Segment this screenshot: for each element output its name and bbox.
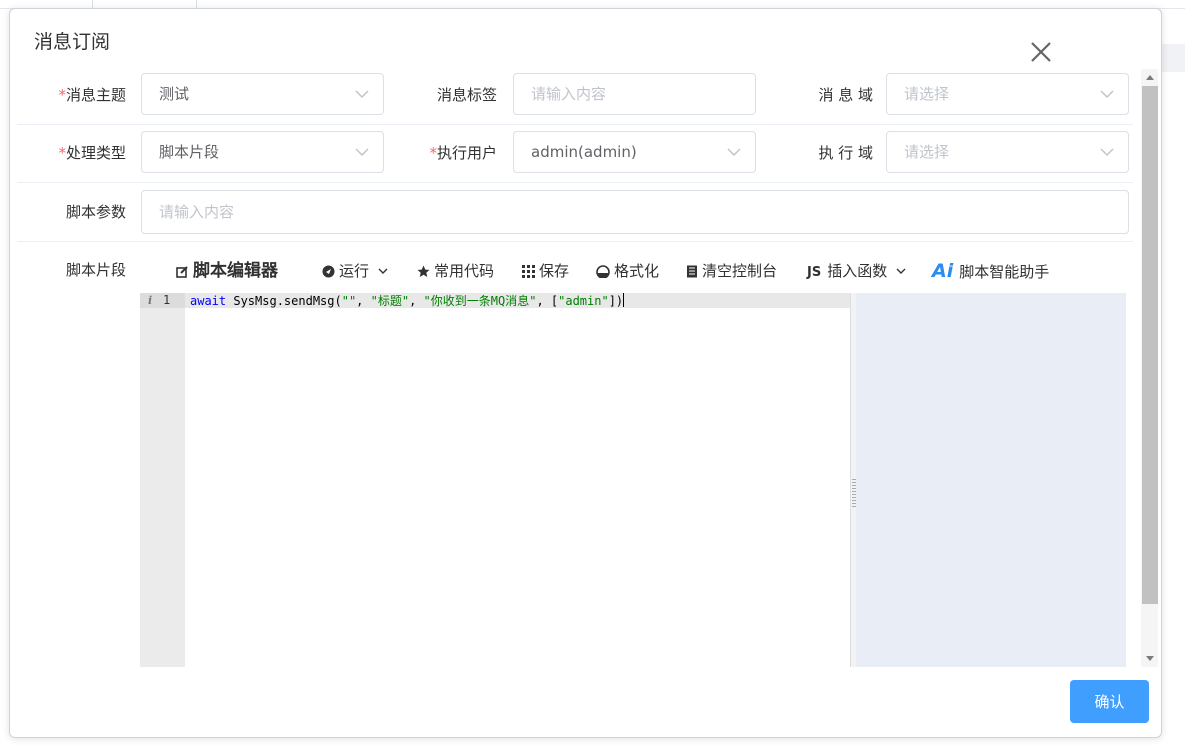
- code-end: ]): [608, 294, 624, 308]
- script-params-placeholder: 请输入内容: [159, 203, 235, 221]
- chevron-down-icon: [355, 148, 369, 157]
- tag-label: 消息标签: [436, 86, 497, 104]
- code-string: "你收到一条MQ消息": [423, 294, 537, 308]
- handler-type-label-text: 处理类型: [65, 144, 126, 162]
- exec-domain-placeholder: 请选择: [904, 143, 950, 161]
- insert-function-label: 插入函数: [827, 262, 888, 280]
- background-panel: [1161, 44, 1185, 72]
- tag-input[interactable]: 请输入内容: [513, 73, 756, 115]
- ai-logo-icon: Ai: [932, 260, 954, 282]
- editor-gutter: i 1: [140, 293, 185, 667]
- background-tab: [0, 0, 93, 8]
- script-params-label: 脚本参数: [65, 203, 126, 221]
- clear-console-button[interactable]: 清空控制台: [686, 259, 777, 283]
- run-label: 运行: [339, 262, 370, 280]
- code-keyword: await: [190, 294, 227, 308]
- row-divider: [17, 124, 1133, 125]
- domain-placeholder: 请选择: [904, 85, 950, 103]
- code-separator: ,: [356, 294, 371, 308]
- scroll-down-icon[interactable]: [1146, 656, 1154, 661]
- ai-assistant-label: 脚本智能助手: [959, 263, 1050, 281]
- topic-value: 测试: [159, 85, 190, 103]
- code-string: "标题": [370, 294, 410, 308]
- dialog-title: 消息订阅: [34, 31, 111, 53]
- edit-icon: [176, 265, 188, 278]
- script-params-input[interactable]: 请输入内容: [141, 190, 1129, 234]
- grid-icon: [522, 265, 535, 278]
- handler-type-value: 脚本片段: [159, 143, 220, 161]
- handler-type-select[interactable]: 脚本片段: [141, 131, 384, 173]
- insert-function-button[interactable]: JS 插入函数: [807, 259, 906, 283]
- exec-user-value: admin(admin): [531, 143, 637, 161]
- chevron-down-icon: [1100, 90, 1114, 99]
- clear-console-label: 清空控制台: [702, 262, 778, 280]
- scroll-up-icon[interactable]: [1146, 75, 1154, 80]
- script-snippet-label: 脚本片段: [65, 261, 126, 279]
- code-string: "": [341, 294, 357, 308]
- topic-label-text: 消息主题: [65, 86, 126, 104]
- book-icon: [687, 265, 697, 278]
- common-code-label: 常用代码: [434, 262, 495, 280]
- confirm-button[interactable]: 确认: [1070, 680, 1149, 723]
- gauge-icon: [596, 265, 610, 278]
- chevron-down-icon: [727, 148, 741, 157]
- editor-title-text: 脚本编辑器: [193, 261, 278, 281]
- save-button[interactable]: 保存: [522, 259, 569, 283]
- line-number: 1: [163, 293, 171, 307]
- domain-label: 消 息 域: [818, 86, 873, 104]
- background-tab: [92, 0, 197, 8]
- close-icon[interactable]: [1028, 39, 1054, 65]
- required-mark: *: [58, 86, 66, 104]
- chevron-down-icon: [355, 90, 369, 99]
- required-mark: *: [429, 144, 437, 162]
- common-code-button[interactable]: 常用代码: [417, 259, 494, 283]
- exec-domain-select[interactable]: 请选择: [886, 131, 1129, 173]
- dialog-scrollbar[interactable]: [1141, 69, 1158, 667]
- run-icon: [322, 265, 335, 278]
- chevron-down-icon: [896, 268, 906, 274]
- console-panel: [856, 293, 1126, 667]
- exec-user-label: *执行用户: [387, 143, 497, 163]
- exec-user-select[interactable]: admin(admin): [513, 131, 756, 173]
- row-divider: [17, 182, 1133, 183]
- code-call: SysMsg.sendMsg(: [226, 294, 342, 308]
- code-editor[interactable]: i 1 await SysMsg.sendMsg("", "标题", "你收到一…: [140, 293, 850, 667]
- ai-assistant-button[interactable]: Ai 脚本智能助手: [932, 259, 1049, 283]
- code-separator: ,: [409, 294, 424, 308]
- code-string: "admin": [558, 294, 609, 308]
- star-icon: [417, 265, 430, 277]
- exec-domain-label: 执 行 域: [818, 144, 873, 162]
- code-line[interactable]: await SysMsg.sendMsg("", "标题", "你收到一条MQ消…: [190, 293, 625, 309]
- chevron-down-icon: [378, 268, 388, 274]
- format-label: 格式化: [614, 262, 660, 280]
- required-mark: *: [58, 144, 66, 162]
- save-label: 保存: [539, 262, 570, 280]
- chevron-down-icon: [1100, 148, 1114, 157]
- subscription-dialog: 消息订阅 *消息主题 测试 消息标签 请输入内容 消 息 域 请选择 *处理类型…: [9, 8, 1162, 738]
- code-separator: , [: [536, 294, 559, 308]
- tag-placeholder: 请输入内容: [531, 85, 607, 103]
- info-icon: i: [148, 294, 153, 307]
- handler-type-label: *处理类型: [16, 143, 126, 163]
- topic-select[interactable]: 测试: [141, 73, 384, 115]
- scrollbar-thumb[interactable]: [1142, 86, 1158, 604]
- format-button[interactable]: 格式化: [596, 259, 659, 283]
- js-icon: JS: [807, 265, 822, 280]
- editor-title: 脚本编辑器: [176, 259, 278, 283]
- exec-user-label-text: 执行用户: [436, 144, 497, 162]
- topic-label: *消息主题: [16, 85, 126, 105]
- domain-select[interactable]: 请选择: [886, 73, 1129, 115]
- run-button[interactable]: 运行: [322, 259, 388, 283]
- row-divider: [17, 241, 1133, 242]
- text-cursor: [623, 293, 625, 307]
